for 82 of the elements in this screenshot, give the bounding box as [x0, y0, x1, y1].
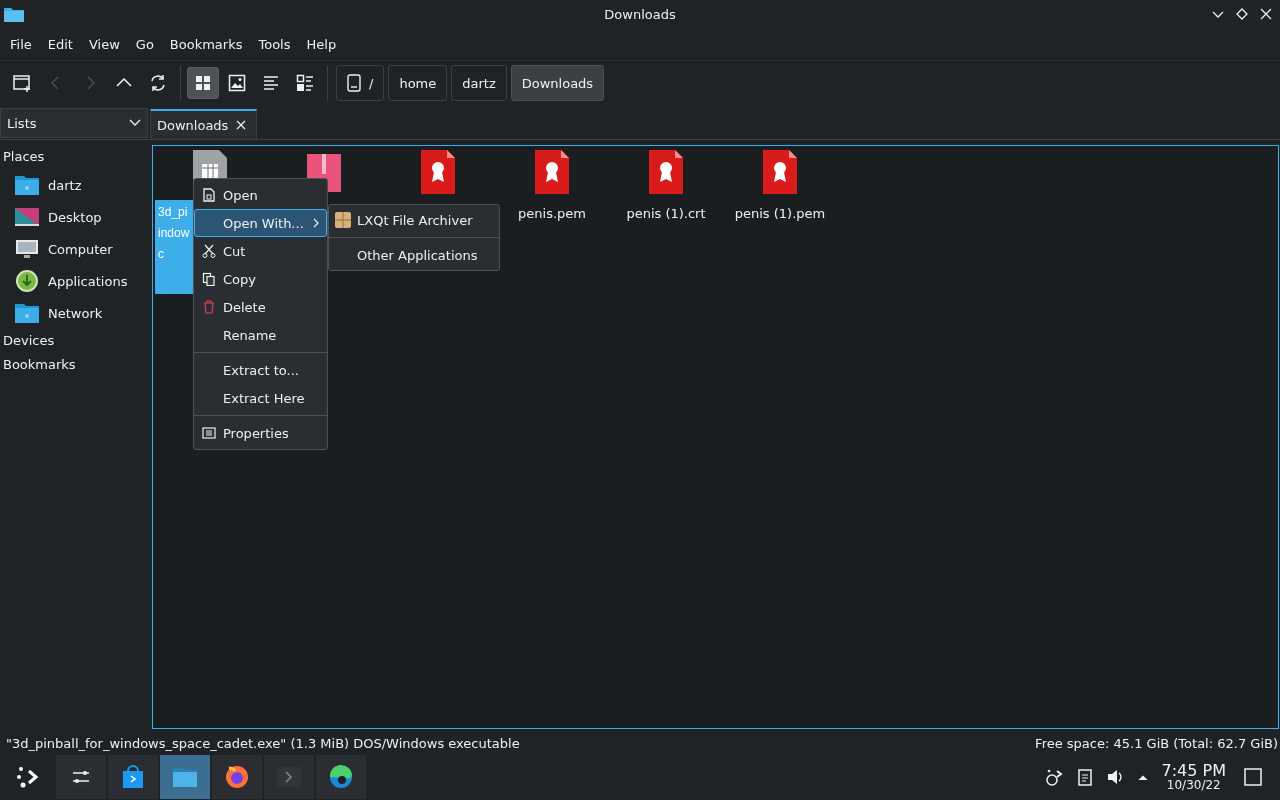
desktop-icon: [14, 205, 40, 229]
cut-icon: [202, 244, 216, 258]
reload-icon: [148, 73, 168, 93]
menu-item[interactable]: Extract Here: [194, 384, 327, 412]
drive-icon: [347, 74, 361, 92]
trash-icon: [202, 300, 216, 314]
home-folder-icon: [14, 173, 40, 197]
sidebar-item[interactable]: Desktop: [0, 201, 152, 233]
menu-item[interactable]: Copy: [194, 265, 327, 293]
menu-item[interactable]: Other Applications: [329, 241, 499, 269]
volume-icon[interactable]: [1105, 768, 1124, 786]
close-icon[interactable]: [1260, 8, 1272, 20]
certificate-icon[interactable]: [420, 150, 456, 194]
certificate-icon[interactable]: [762, 150, 798, 194]
grid-icon: [193, 73, 213, 93]
tab[interactable]: Downloads: [150, 109, 258, 139]
status-text: "3d_pinball_for_windows_space_cadet.exe" (1.3 MiB) DOS/Windows executable: [6, 735, 520, 751]
path-button[interactable]: /: [336, 65, 385, 101]
file-name: 3d_pi: [158, 204, 188, 221]
clock-date: 10/30/22: [1166, 779, 1221, 791]
menu-item[interactable]: Delete: [194, 293, 327, 321]
browser-task-button[interactable]: [212, 755, 262, 799]
menu-item[interactable]: Bookmarks: [161, 36, 251, 52]
copy-icon: [202, 272, 216, 286]
path-button[interactable]: Downloads: [510, 65, 605, 101]
sidebar-item[interactable]: dartz: [0, 169, 152, 201]
edge-task-button[interactable]: [316, 755, 366, 799]
network-icon[interactable]: [1045, 768, 1064, 786]
clipboard-icon[interactable]: [1075, 768, 1094, 786]
maximize-icon[interactable]: [1236, 8, 1248, 20]
certificate-icon[interactable]: [648, 150, 684, 194]
image-icon: [227, 73, 247, 93]
menu-item[interactable]: Properties: [194, 419, 327, 447]
menu-item[interactable]: Rename: [194, 321, 327, 349]
wave-globe-icon: [327, 763, 355, 791]
folder-icon: [4, 6, 24, 22]
menu-item[interactable]: File: [2, 36, 40, 52]
menu-item[interactable]: Help: [298, 36, 345, 52]
sidebar-section[interactable]: Devices: [0, 329, 152, 353]
path-button[interactable]: dartz: [451, 65, 507, 101]
menu-item[interactable]: Edit: [39, 36, 81, 52]
file-name: penis (1).crt: [626, 206, 706, 221]
file-name: penis (1).pem: [734, 206, 826, 221]
box-icon: [335, 212, 351, 228]
window-title: Downloads: [604, 6, 676, 22]
sidebar-item[interactable]: Computer: [0, 233, 152, 265]
store-task-button[interactable]: [108, 755, 158, 799]
menu-item[interactable]: Tools: [250, 36, 299, 52]
file-name: penis.pem: [518, 206, 586, 221]
fox-globe-icon: [223, 763, 251, 791]
show-desktop-icon[interactable]: [1244, 768, 1262, 786]
caret-icon: [129, 119, 141, 127]
menu-item[interactable]: Cut: [194, 237, 327, 265]
close-icon[interactable]: [236, 120, 247, 130]
chevron-right-icon: [312, 217, 320, 229]
menu-item[interactable]: View: [80, 36, 128, 52]
certificate-icon[interactable]: [534, 150, 570, 194]
window-plus-icon: [12, 73, 32, 93]
network-folder-icon: [14, 301, 40, 325]
sidebar-item[interactable]: Network: [0, 297, 152, 329]
monitor-icon: [14, 237, 40, 261]
sidebar-section[interactable]: Bookmarks: [0, 353, 152, 377]
free-space-text: Free space: 45.1 GiB (Total: 62.7 GiB): [1035, 735, 1278, 751]
file-name: indow: [158, 225, 190, 242]
menu-item[interactable]: Extract to...: [194, 356, 327, 384]
lines-icon: [261, 73, 281, 93]
settings-task-button[interactable]: [56, 755, 106, 799]
menu-item[interactable]: Open With...: [194, 209, 327, 237]
menu-item[interactable]: LXQt File Archiver: [329, 206, 499, 234]
file-name: c: [158, 246, 164, 263]
menu-item[interactable]: Open: [194, 181, 327, 209]
download-circle-icon: [14, 269, 40, 293]
clock-time: 7:45 PM: [1161, 763, 1226, 779]
list-icon: [295, 73, 315, 93]
side-pane-dropdown[interactable]: Lists: [0, 108, 148, 138]
menu-item[interactable]: Go: [127, 36, 162, 52]
document-icon: [202, 188, 216, 202]
sidebar-item[interactable]: Applications: [0, 265, 152, 297]
properties-icon: [202, 426, 216, 440]
sidebar-section[interactable]: Places: [0, 145, 152, 169]
path-button[interactable]: home: [388, 65, 448, 101]
icon-view-button[interactable]: [187, 67, 219, 99]
